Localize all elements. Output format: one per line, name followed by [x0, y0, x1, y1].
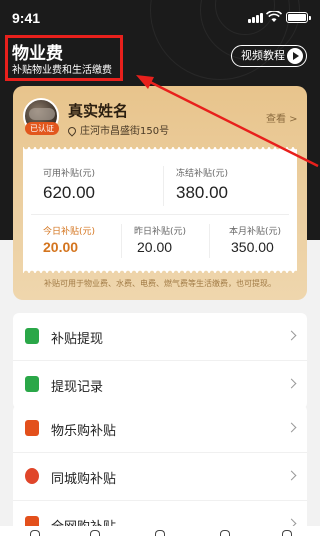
menu-item-tongcheng[interactable]: 同城购补贴 — [13, 453, 307, 501]
play-icon — [287, 48, 303, 64]
today-label: 今日补贴(元) — [43, 227, 96, 237]
user-name: 真实姓名 — [68, 102, 129, 120]
tab-discover-icon[interactable] — [90, 530, 100, 536]
signal-icon — [248, 13, 264, 23]
menu-item-label: 补贴提现 — [51, 332, 104, 347]
divider — [121, 224, 122, 258]
ticket-serrated-edge — [23, 267, 297, 273]
location-pin-icon — [66, 125, 78, 137]
menu-item-label: 提现记录 — [51, 380, 104, 395]
menu-item-label: 全网购补贴 — [51, 516, 116, 526]
address-text: 庄河市昌盛街150号 — [80, 126, 170, 137]
menu-item-withdraw[interactable]: 补贴提现 — [13, 313, 307, 361]
verified-badge: 已认证 — [25, 122, 59, 135]
page-subtitle: 补贴物业费和生活缴费 — [12, 65, 112, 76]
wifi-icon — [266, 11, 282, 22]
user-address: 庄河市昌盛街150号 — [66, 122, 170, 137]
battery-icon — [286, 12, 311, 23]
yesterday-label: 昨日补贴(元) — [134, 227, 187, 237]
menu-item-quanwang[interactable]: 全网购补贴 — [13, 501, 307, 526]
available-value: 620.00 — [43, 183, 95, 202]
bottom-tab-bar — [0, 526, 320, 536]
ticket-serrated-edge — [23, 147, 297, 153]
chevron-right-icon — [286, 330, 297, 341]
video-tutorial-label: 视频教程 — [241, 49, 285, 62]
status-time: 9:41 — [12, 10, 41, 26]
video-tutorial-button[interactable]: 视频教程 — [231, 45, 307, 67]
record-icon — [25, 376, 39, 392]
chevron-right-icon — [286, 422, 297, 433]
yesterday-value: 20.00 — [137, 239, 173, 255]
menu-item-label: 同城购补贴 — [51, 472, 117, 487]
month-value: 350.00 — [231, 239, 274, 255]
menu-item-wulegou[interactable]: 物乐购补贴 — [13, 405, 307, 453]
today-value: 20.00 — [43, 239, 79, 255]
view-profile-link[interactable]: 查看 > — [266, 110, 298, 125]
chevron-right-icon — [286, 378, 297, 389]
location-icon — [25, 468, 39, 484]
shopping-subsidy-menu: 物乐购补贴 同城购补贴 全网购补贴 — [13, 405, 307, 526]
tab-messages-icon[interactable] — [220, 530, 230, 536]
available-label: 可用补贴(元) — [43, 169, 96, 179]
chevron-right-icon — [286, 518, 297, 526]
subsidy-card: 已认证 真实姓名 庄河市昌盛街150号 查看 > 可用补贴(元) 620.00 … — [13, 86, 307, 300]
divider — [31, 214, 289, 215]
wallet-icon — [25, 328, 39, 344]
status-bar: 9:41 — [0, 0, 320, 36]
month-label: 本月补贴(元) — [229, 227, 282, 237]
subsidy-note: 补贴可用于物业费、水费、电费、燃气费等生活缴费，也可提现。 — [44, 279, 276, 288]
bag-icon — [25, 420, 39, 436]
tab-profile-icon[interactable] — [282, 530, 292, 536]
divider — [163, 166, 164, 206]
frozen-value: 380.00 — [176, 183, 228, 202]
menu-item-label: 物乐购补贴 — [51, 424, 117, 439]
chevron-right-icon — [286, 470, 297, 481]
tab-home-icon[interactable] — [30, 530, 40, 536]
withdraw-menu: 补贴提现 提现记录 — [13, 313, 307, 409]
tab-orders-icon[interactable] — [155, 530, 165, 536]
frozen-label: 冻结补贴(元) — [176, 169, 229, 179]
divider — [209, 224, 210, 258]
cart-icon — [25, 516, 39, 526]
menu-item-withdraw-records[interactable]: 提现记录 — [13, 361, 307, 409]
